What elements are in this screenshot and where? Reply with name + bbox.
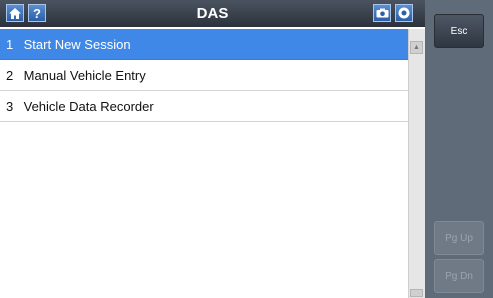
menu-item-label: Manual Vehicle Entry xyxy=(23,68,146,83)
vertical-scrollbar[interactable]: ▲ xyxy=(408,29,425,298)
esc-button[interactable]: Esc xyxy=(434,14,484,48)
menu-item-label: Vehicle Data Recorder xyxy=(23,99,154,114)
menu-item-number: 3 xyxy=(6,99,14,114)
page-up-button[interactable]: Pg Up xyxy=(434,221,484,255)
camera-icon xyxy=(376,8,388,18)
menu-item-vehicle-data-recorder[interactable]: 3 Vehicle Data Recorder xyxy=(0,91,408,122)
menu-item-label: Start New Session xyxy=(23,37,131,52)
side-button-panel: Esc Pg Up Pg Dn xyxy=(425,0,493,298)
menu-item-start-new-session[interactable]: 1 Start New Session xyxy=(0,29,408,60)
page-title: DAS xyxy=(196,5,229,22)
record-icon xyxy=(398,7,410,19)
menu-item-manual-vehicle-entry[interactable]: 2 Manual Vehicle Entry xyxy=(0,60,408,91)
menu-item-number: 1 xyxy=(6,37,14,52)
scroll-up-arrow[interactable]: ▲ xyxy=(410,41,423,54)
main-panel: ? DAS 1 Start New Session 2 Manual Vehic… xyxy=(0,0,425,298)
record-button[interactable] xyxy=(395,4,413,22)
session-menu-list: 1 Start New Session 2 Manual Vehicle Ent… xyxy=(0,29,408,298)
page-down-button[interactable]: Pg Dn xyxy=(434,259,484,293)
menu-item-number: 2 xyxy=(6,68,14,83)
camera-button[interactable] xyxy=(373,4,391,22)
scroll-down-arrow[interactable] xyxy=(410,289,423,297)
title-bar: ? DAS xyxy=(0,0,425,27)
